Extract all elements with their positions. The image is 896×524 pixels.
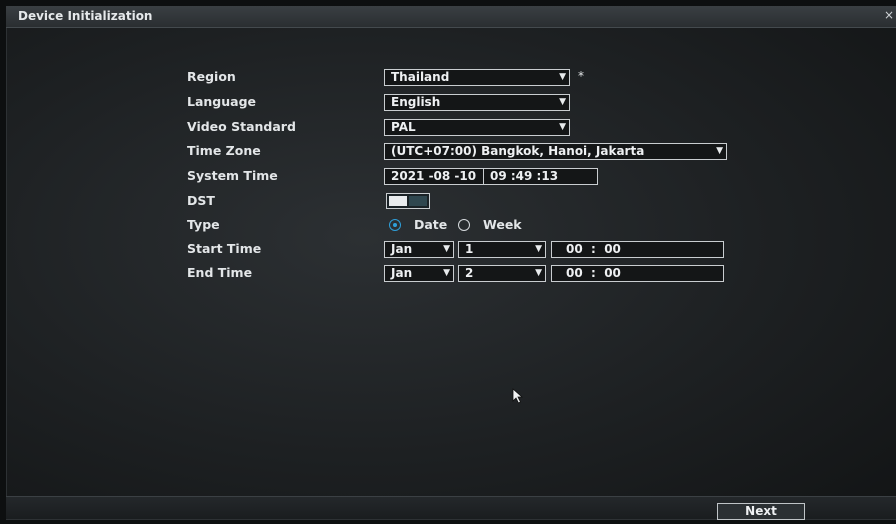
type-week-label: Week — [483, 217, 522, 232]
end-day-select[interactable]: 2 ▼ — [458, 265, 546, 282]
type-label: Type — [187, 217, 220, 232]
mouse-pointer-icon — [512, 388, 524, 404]
video-standard-select[interactable]: PAL ▼ — [384, 119, 570, 136]
chevron-down-icon: ▼ — [535, 244, 542, 254]
system-time-label: System Time — [187, 168, 278, 183]
title-bar: Device Initialization × — [6, 6, 896, 28]
chevron-down-icon: ▼ — [443, 244, 450, 254]
required-mark: * — [578, 69, 584, 83]
chevron-down-icon: ▼ — [559, 97, 566, 107]
close-icon[interactable]: × — [884, 8, 894, 22]
start-time-label: Start Time — [187, 241, 262, 256]
toggle-knob — [389, 196, 407, 206]
system-time-input[interactable]: 09 :49 :13 — [483, 168, 598, 185]
region-label: Region — [187, 69, 236, 84]
type-date-label: Date — [414, 217, 448, 232]
region-select[interactable]: Thailand ▼ — [384, 69, 570, 86]
start-time-input[interactable]: 00 : 00 — [551, 241, 724, 258]
start-month-select[interactable]: Jan ▼ — [384, 241, 454, 258]
chevron-down-icon: ▼ — [559, 72, 566, 82]
end-month-select[interactable]: Jan ▼ — [384, 265, 454, 282]
type-date-radio[interactable] — [389, 219, 401, 231]
chevron-down-icon: ▼ — [716, 146, 723, 156]
end-time-input[interactable]: 00 : 00 — [551, 265, 724, 282]
chevron-down-icon: ▼ — [535, 268, 542, 278]
time-zone-label: Time Zone — [187, 143, 261, 158]
time-zone-select[interactable]: (UTC+07:00) Bangkok, Hanoi, Jakarta ▼ — [384, 143, 727, 160]
language-label: Language — [187, 94, 257, 109]
language-select[interactable]: English ▼ — [384, 94, 570, 111]
start-day-select[interactable]: 1 ▼ — [458, 241, 546, 258]
next-button[interactable]: Next — [717, 503, 805, 520]
chevron-down-icon: ▼ — [443, 268, 450, 278]
dst-toggle[interactable] — [386, 193, 430, 209]
type-week-radio[interactable] — [458, 219, 470, 231]
video-standard-label: Video Standard — [187, 119, 296, 134]
chevron-down-icon: ▼ — [559, 122, 566, 132]
end-time-label: End Time — [187, 265, 253, 280]
window-title: Device Initialization — [18, 9, 153, 23]
system-date-input[interactable]: 2021 -08 -10 — [384, 168, 484, 185]
dst-label: DST — [187, 193, 215, 208]
